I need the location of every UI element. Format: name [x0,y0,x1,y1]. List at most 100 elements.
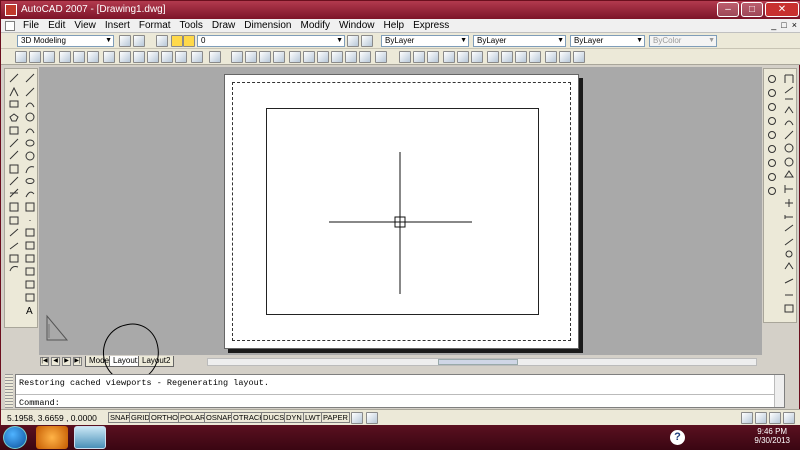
3d-hidden-icon[interactable] [501,51,513,63]
last-tab-button[interactable]: ▶| [73,357,82,366]
minimize-button[interactable]: – [717,2,739,17]
paper-model-toggle[interactable]: PAPER [321,412,350,423]
plot-preview-icon[interactable] [73,51,85,63]
workspace-settings-icon[interactable] [119,35,131,47]
make-object-layer-current-icon[interactable] [347,35,359,47]
menu-dimension[interactable]: Dimension [244,20,291,31]
layer-freeze-icon[interactable] [183,35,195,47]
layer-previous-icon[interactable] [361,35,373,47]
color-control-dropdown[interactable]: ByLayer ▼ [381,35,469,47]
coordinates-display[interactable]: 5.1958, 3.6659 , 0.0000 [7,413,97,423]
menu-insert[interactable]: Insert [105,20,130,31]
free-orbit-icon[interactable] [413,51,425,63]
toolbar-lock-icon[interactable] [755,412,767,424]
continuous-orbit-icon[interactable] [427,51,439,63]
horizontal-scroll-thumb[interactable] [438,359,518,365]
fly-icon[interactable] [471,51,483,63]
open-icon[interactable] [29,51,41,63]
realistic-icon[interactable] [515,51,527,63]
front-view-icon[interactable] [545,51,557,63]
next-tab-button[interactable]: ▶ [62,357,71,366]
sheet-set-manager-icon[interactable] [331,51,343,63]
lineweight-control-dropdown[interactable]: ByLayer ▼ [570,35,645,47]
publish-icon[interactable] [87,51,99,63]
layer-properties-icon[interactable] [156,35,168,47]
command-window-grip[interactable] [5,374,13,408]
menu-help[interactable]: Help [384,20,405,31]
block-editor-icon[interactable] [175,51,187,63]
system-tray-clock[interactable]: 9:46 PM 9/30/2013 [754,427,790,445]
orbit-icon[interactable] [399,51,411,63]
doc-minimize-button[interactable]: _ [771,20,776,30]
layout-viewport[interactable] [266,108,539,315]
conceptual-icon[interactable] [529,51,541,63]
menu-format[interactable]: Format [139,20,171,31]
menu-express[interactable]: Express [413,20,449,31]
dyn-toggle[interactable]: DYN [284,412,304,423]
command-prompt[interactable]: Command: [19,398,60,408]
menu-edit[interactable]: Edit [48,20,65,31]
autocad-taskbar-icon[interactable] [74,426,106,449]
paste-icon[interactable] [147,51,159,63]
lwt-toggle[interactable]: LWT [303,412,323,423]
drawing-area[interactable] [39,67,762,355]
document-icon[interactable] [5,21,15,31]
ducs-toggle[interactable]: DUCS [261,412,287,423]
firefox-taskbar-icon[interactable] [36,426,68,449]
quickcalc-icon[interactable] [359,51,371,63]
zoom-window-icon[interactable] [259,51,271,63]
communication-center-icon[interactable] [741,412,753,424]
copy-clip-icon[interactable] [133,51,145,63]
linetype-control-dropdown[interactable]: ByLayer ▼ [473,35,566,47]
pan-realtime-icon[interactable] [231,51,243,63]
plot-icon[interactable] [59,51,71,63]
doc-restore-button[interactable]: □ [781,20,786,30]
ortho-toggle[interactable]: ORTHO [149,412,180,423]
save-icon[interactable] [43,51,55,63]
windows-start-button[interactable] [3,426,27,449]
menu-view[interactable]: View [74,20,96,31]
command-scrollbar[interactable] [774,375,784,407]
menu-file[interactable]: File [23,20,39,31]
layer-on-icon[interactable] [171,35,183,47]
quick-view-layouts-icon[interactable] [366,412,378,424]
tool-palettes-icon[interactable] [317,51,329,63]
top-view-icon[interactable] [559,51,571,63]
first-tab-button[interactable]: |◀ [40,357,49,366]
horizontal-scrollbar[interactable] [207,358,757,366]
menu-draw[interactable]: Draw [212,20,235,31]
cut-icon[interactable] [119,51,131,63]
walk-icon[interactable] [457,51,469,63]
clean-screen-icon[interactable] [783,412,795,424]
osnap-toggle[interactable]: OSNAP [204,412,235,423]
maximize-viewport-icon[interactable] [351,412,363,424]
3d-dwf-icon[interactable] [103,51,115,63]
my-workspace-icon[interactable] [133,35,145,47]
design-center-icon[interactable] [303,51,315,63]
redo-icon[interactable] [209,51,221,63]
close-button[interactable]: ✕ [765,2,799,17]
camera-icon[interactable] [443,51,455,63]
markup-set-manager-icon[interactable] [345,51,357,63]
workspace-dropdown[interactable]: 3D Modeling ▼ [17,35,114,47]
layer-dropdown[interactable]: 0 ▼ [197,35,345,47]
undo-icon[interactable] [191,51,203,63]
status-menu-icon[interactable] [769,412,781,424]
menu-window[interactable]: Window [339,20,375,31]
doc-close-button[interactable]: × [792,20,797,30]
match-properties-icon[interactable] [161,51,173,63]
qnew-icon[interactable] [15,51,27,63]
prev-tab-button[interactable]: ◀ [51,357,60,366]
title-bar[interactable]: AutoCAD 2007 - [Drawing1.dwg] – □ ✕ [1,1,800,19]
help-icon[interactable] [375,51,387,63]
zoom-realtime-icon[interactable] [245,51,257,63]
properties-icon[interactable] [289,51,301,63]
command-window[interactable]: Restoring cached viewports - Regeneratin… [15,374,785,408]
help-tray-icon[interactable]: ? [670,430,685,445]
zoom-previous-icon[interactable] [273,51,285,63]
autocad-app-icon[interactable] [5,4,17,16]
se-isometric-icon[interactable] [573,51,585,63]
2d-wireframe-icon[interactable] [487,51,499,63]
menu-tools[interactable]: Tools [180,20,203,31]
maximize-button[interactable]: □ [741,2,763,17]
